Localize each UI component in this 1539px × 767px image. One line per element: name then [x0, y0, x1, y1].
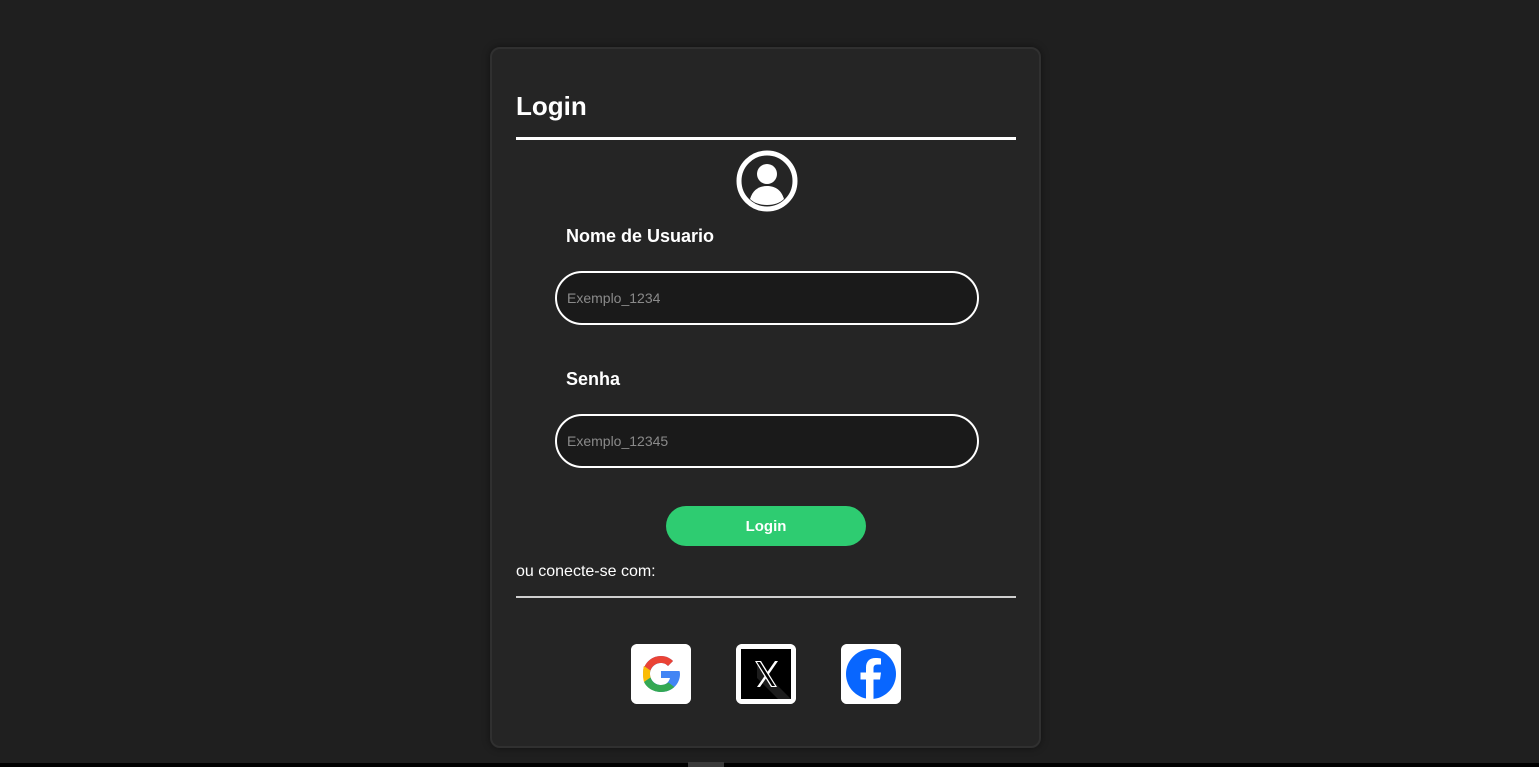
alternative-login-text: ou conecte-se com:	[516, 563, 656, 580]
login-page: Login Nome de Usuario Senha Login ou con…	[0, 0, 1539, 767]
google-login-button[interactable]	[631, 644, 691, 704]
username-label: Nome de Usuario	[566, 226, 715, 246]
password-label: Senha	[566, 369, 621, 389]
page-title: Login	[516, 91, 587, 121]
login-card: Login Nome de Usuario Senha Login ou con…	[490, 47, 1041, 748]
facebook-login-button[interactable]	[841, 644, 901, 704]
x-login-button[interactable]	[736, 644, 796, 704]
user-circle-icon	[736, 150, 798, 212]
bottom-handle	[688, 762, 724, 767]
facebook-icon	[841, 644, 901, 704]
alternative-login-divider	[516, 596, 1016, 598]
bottom-bar	[0, 763, 1539, 767]
google-icon	[631, 644, 691, 704]
username-input[interactable]	[555, 271, 979, 325]
password-input[interactable]	[555, 414, 979, 468]
login-button[interactable]: Login	[666, 506, 866, 546]
title-divider	[516, 137, 1016, 140]
x-icon	[736, 644, 796, 704]
